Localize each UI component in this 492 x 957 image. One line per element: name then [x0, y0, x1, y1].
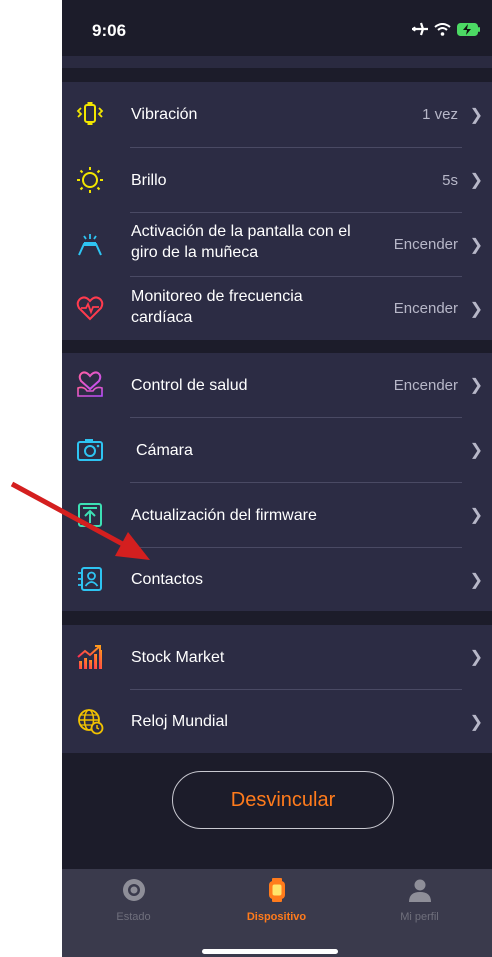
wifi-icon	[434, 22, 451, 36]
setting-label: Reloj Mundial	[131, 713, 228, 730]
profile-icon	[408, 879, 431, 902]
tab-profile[interactable]: Mi perfil	[348, 877, 491, 923]
world-clock-icon	[78, 709, 104, 735]
setting-camera-row[interactable]: Cámara ❯	[62, 418, 492, 482]
status-time: 9:06	[92, 21, 127, 40]
vibration-icon	[76, 102, 104, 125]
wrist-raise-icon	[78, 234, 102, 256]
chevron-right-icon: ❯	[469, 649, 483, 666]
setting-stock-market-row[interactable]: Stock Market ❯	[62, 625, 492, 689]
watch-icon	[268, 878, 285, 902]
chevron-right-icon: ❯	[469, 507, 483, 524]
setting-label: Actualización del firmware	[131, 507, 317, 524]
stock-chart-icon	[77, 645, 102, 669]
setting-label: Monitoreo de frecuencia cardíaca	[131, 288, 303, 326]
heart-rate-icon	[76, 296, 104, 321]
setting-world-clock-row[interactable]: Reloj Mundial ❯	[62, 690, 492, 753]
camera-icon	[77, 439, 103, 461]
setting-contacts-row[interactable]: Contactos ❯	[62, 548, 492, 611]
top-divider-strip	[62, 56, 492, 68]
battery-charging-icon	[457, 22, 480, 36]
tab-device[interactable]: Dispositivo	[205, 877, 348, 923]
setting-label: Cámara	[136, 442, 193, 459]
chevron-right-icon: ❯	[469, 237, 483, 254]
tab-status[interactable]: Estado	[62, 877, 205, 923]
setting-label: Vibración	[131, 106, 198, 123]
chevron-right-icon: ❯	[469, 377, 483, 394]
chevron-right-icon: ❯	[469, 442, 483, 459]
setting-brightness-row[interactable]: Brillo 5s ❯	[62, 148, 492, 212]
setting-label: Control de salud	[131, 377, 248, 394]
setting-value: 5s	[442, 172, 458, 189]
contacts-icon	[78, 567, 102, 591]
status-bar: 9:06	[62, 0, 492, 56]
setting-value: Encender	[393, 377, 458, 394]
health-heart-icon	[77, 371, 103, 397]
setting-health-control-row[interactable]: Control de salud Encender ❯	[62, 353, 492, 417]
setting-value: Encender	[393, 300, 458, 317]
chevron-right-icon: ❯	[469, 301, 483, 318]
phone-screen: 9:06 Vibración 1 vez ❯ Brillo 5s ❯ Activ…	[62, 0, 492, 957]
chevron-right-icon: ❯	[469, 172, 483, 189]
settings-group-health: Control de salud Encender ❯ Cámara ❯ Act…	[62, 353, 492, 611]
setting-firmware-row[interactable]: Actualización del firmware ❯	[62, 483, 492, 547]
status-icons	[412, 22, 481, 36]
tab-bar: Estado Dispositivo Mi perfil	[62, 869, 492, 957]
settings-group-display: Vibración 1 vez ❯ Brillo 5s ❯ Activación…	[62, 82, 492, 340]
settings-group-extras: Stock Market ❯ Reloj Mundial ❯	[62, 625, 492, 753]
tab-label: Estado	[116, 911, 151, 923]
tab-label: Dispositivo	[246, 911, 307, 923]
setting-label: Activación de la pantalla con el giro de…	[131, 223, 351, 261]
status-icon	[122, 879, 145, 901]
setting-vibration-row[interactable]: Vibración 1 vez ❯	[62, 82, 492, 147]
brightness-icon	[77, 167, 103, 193]
setting-value: Encender	[393, 236, 458, 253]
setting-wrist-raise-row[interactable]: Activación de la pantalla con el giro de…	[62, 213, 492, 276]
unlink-button[interactable]: Desvincular	[172, 771, 394, 829]
firmware-update-icon	[78, 503, 102, 527]
setting-label: Contactos	[131, 571, 204, 588]
home-indicator	[202, 949, 338, 954]
chevron-right-icon: ❯	[469, 572, 483, 589]
tab-label: Mi perfil	[400, 911, 439, 923]
setting-heart-rate-row[interactable]: Monitoreo de frecuencia cardíaca Encende…	[62, 277, 492, 340]
setting-label: Brillo	[131, 172, 167, 189]
chevron-right-icon: ❯	[469, 714, 483, 731]
setting-value: 1 vez	[422, 106, 458, 123]
setting-label: Stock Market	[131, 649, 225, 666]
airplane-icon	[412, 22, 428, 36]
chevron-right-icon: ❯	[469, 107, 483, 124]
